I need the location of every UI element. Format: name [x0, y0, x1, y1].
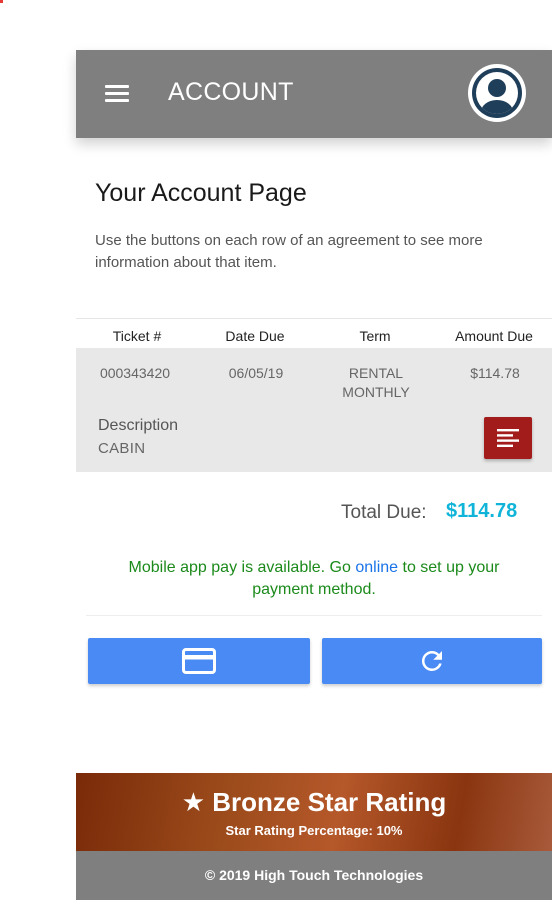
term-period: MONTHLY	[342, 384, 410, 400]
ticket-number: 000343420	[99, 365, 171, 381]
hamburger-icon[interactable]	[105, 85, 129, 103]
row-details-button[interactable]	[484, 417, 532, 459]
total-due-label: Total Due:	[341, 502, 427, 523]
copyright-text: © 2019 High Touch Technologies	[204, 867, 424, 883]
user-avatar-icon[interactable]	[468, 64, 526, 122]
amount-due: $114.78	[470, 365, 520, 381]
page-title: Your Account Page	[95, 179, 307, 207]
star-rating-title: ★ Bronze Star Rating	[181, 787, 447, 817]
app-screen: ACCOUNT Your Account Page Use the button…	[76, 50, 552, 900]
pay-button[interactable]	[88, 638, 310, 684]
description-value: CABIN	[98, 440, 146, 457]
payment-message: Mobile app pay is available. Go online t…	[96, 557, 532, 601]
payment-message-text: Mobile app pay is available. Go	[128, 559, 356, 576]
total-due-value: $114.78	[446, 500, 518, 522]
date-due: 06/05/19	[228, 365, 284, 381]
description-label: Description	[98, 417, 179, 434]
message-divider	[86, 615, 542, 616]
table-header: Ticket # Date Due Term Amount Due	[76, 328, 552, 348]
footer: © 2019 High Touch Technologies	[76, 851, 552, 900]
table-row: 000343420 06/05/19 RENTAL MONTHLY $114.7…	[76, 348, 552, 472]
table-divider	[76, 318, 552, 319]
column-header-ticket: Ticket #	[112, 328, 162, 344]
credit-card-icon	[182, 648, 216, 674]
refresh-button[interactable]	[322, 638, 542, 684]
app-header: ACCOUNT	[76, 50, 552, 138]
online-link[interactable]: online	[355, 559, 398, 576]
corner-marker	[0, 0, 3, 3]
details-list-icon	[497, 429, 519, 447]
column-header-date-due: Date Due	[225, 328, 285, 344]
star-rating-percentage: Star Rating Percentage: 10%	[225, 823, 403, 838]
column-header-term: Term	[359, 328, 391, 344]
star-rating-banner: ★ Bronze Star Rating Star Rating Percent…	[76, 773, 552, 851]
page-description: Use the buttons on each row of an agreem…	[95, 232, 483, 271]
column-header-amount-due: Amount Due	[455, 328, 533, 344]
header-title: ACCOUNT	[168, 78, 294, 106]
term-type: RENTAL	[348, 365, 404, 381]
refresh-icon	[421, 651, 442, 671]
